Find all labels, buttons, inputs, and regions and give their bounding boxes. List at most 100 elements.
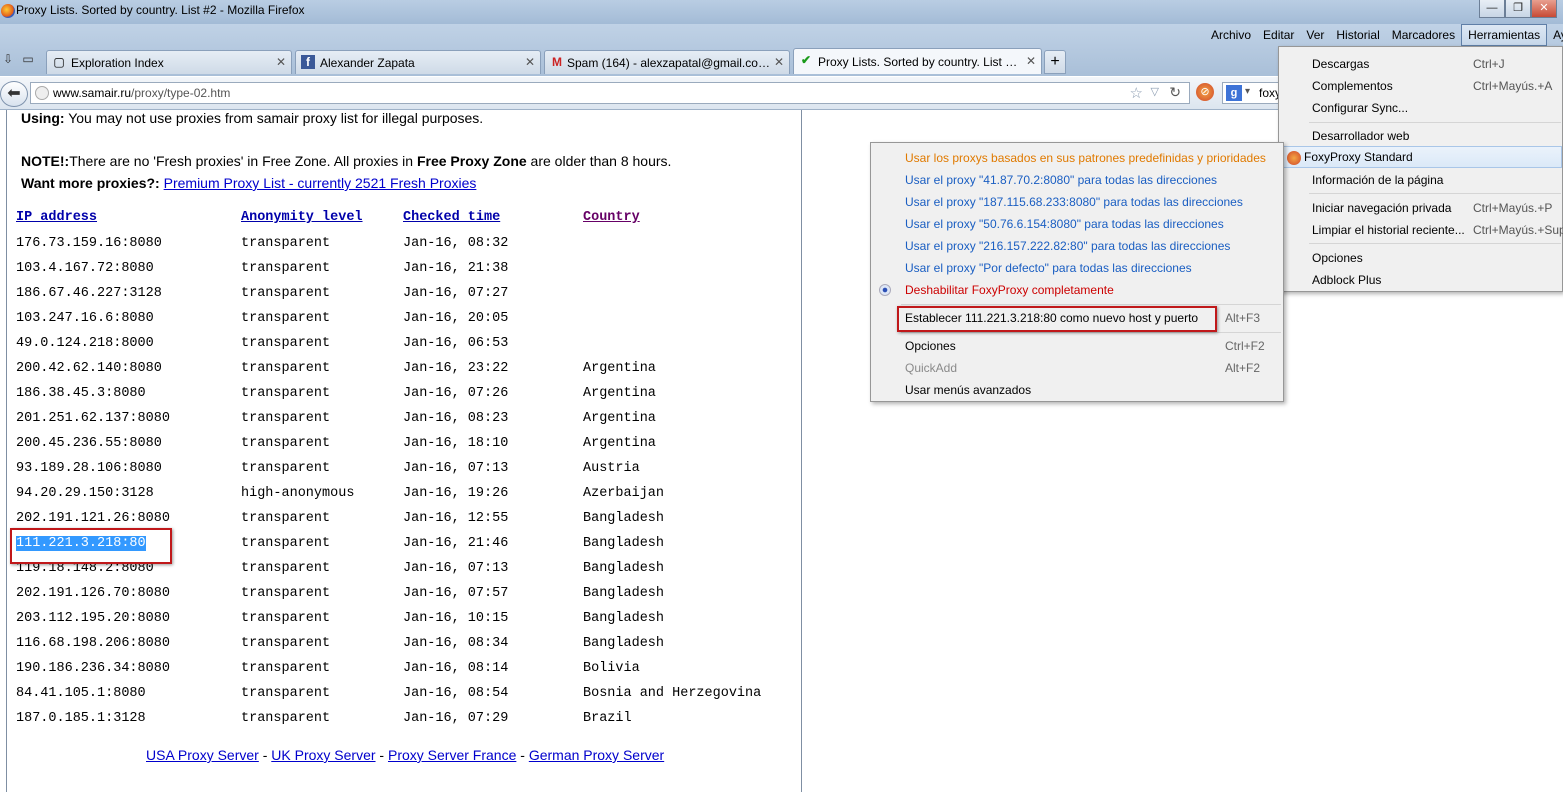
cell-checked-time: Jan-16, 10:15 bbox=[403, 611, 509, 626]
link-separator: - bbox=[258, 747, 272, 763]
cell-country: Azerbaijan bbox=[583, 486, 665, 501]
cell-country: Bangladesh bbox=[583, 636, 665, 651]
tab-alexander-zapata[interactable]: f Alexander Zapata ✕ bbox=[295, 50, 541, 74]
menu-item-configurar-sync[interactable]: Configurar Sync... bbox=[1279, 97, 1563, 119]
bookmark-star-icon[interactable]: ☆ bbox=[1130, 84, 1143, 102]
column-anonymity-level[interactable]: Anonymity level bbox=[241, 210, 363, 225]
menu-item-informacion-pagina[interactable]: Información de la página bbox=[1279, 169, 1563, 191]
download-arrow-icon[interactable]: ⇩ bbox=[0, 51, 16, 67]
menu-historial[interactable]: Historial bbox=[1330, 25, 1385, 45]
menu-item-desarrollador-web[interactable]: Desarrollador web bbox=[1279, 125, 1563, 147]
menu-item-label: Complementos bbox=[1312, 79, 1393, 93]
foxy-item-opciones[interactable]: Opciones Ctrl+F2 bbox=[871, 335, 1283, 357]
cell-ip[interactable]: 94.20.29.150:3128 bbox=[16, 486, 154, 501]
cell-ip[interactable]: 186.67.46.227:3128 bbox=[16, 286, 162, 301]
back-button[interactable]: ⬅ bbox=[0, 81, 28, 107]
foxy-item-disable[interactable]: Deshabilitar FoxyProxy completamente bbox=[871, 279, 1283, 301]
foxy-item-advanced-menus[interactable]: Usar menús avanzados bbox=[871, 379, 1283, 401]
cell-ip[interactable]: 103.247.16.6:8080 bbox=[16, 311, 154, 326]
close-icon[interactable]: ✕ bbox=[276, 55, 286, 69]
foxy-item-proxy-4[interactable]: Usar el proxy "216.157.222.82:80" para t… bbox=[871, 235, 1283, 257]
menu-archivo[interactable]: Archivo bbox=[1205, 25, 1257, 45]
tab-proxy-lists[interactable]: ✔ Proxy Lists. Sorted by country. List #… bbox=[793, 48, 1042, 74]
menu-item-label: Usar el proxy "216.157.222.82:80" para t… bbox=[905, 239, 1231, 253]
new-tab-button[interactable]: + bbox=[1044, 50, 1066, 74]
maximize-button[interactable]: ❐ bbox=[1505, 0, 1531, 18]
foxy-item-quickadd[interactable]: QuickAdd Alt+F2 bbox=[871, 357, 1283, 379]
cell-ip[interactable]: 84.41.105.1:8080 bbox=[16, 686, 146, 701]
minimize-button[interactable]: — bbox=[1479, 0, 1505, 18]
menu-item-limpiar-historial[interactable]: Limpiar el historial reciente... Ctrl+Ma… bbox=[1279, 219, 1563, 241]
cell-ip[interactable]: 186.38.45.3:8080 bbox=[16, 386, 146, 401]
close-icon[interactable]: ✕ bbox=[1026, 54, 1036, 68]
close-window-button[interactable]: ✕ bbox=[1531, 0, 1557, 18]
chevron-down-icon[interactable]: ▽ bbox=[1151, 85, 1159, 98]
chevron-down-icon[interactable]: ▾ bbox=[1245, 86, 1250, 97]
cell-anonymity: transparent bbox=[241, 261, 331, 276]
menu-item-label: Usar los proxys basados en sus patrones … bbox=[905, 151, 1266, 165]
menu-ver[interactable]: Ver bbox=[1300, 25, 1330, 45]
cell-ip[interactable]: 103.4.167.72:8080 bbox=[16, 261, 154, 276]
cell-anonymity: transparent bbox=[241, 436, 331, 451]
cell-ip[interactable]: 200.42.62.140:8080 bbox=[16, 361, 162, 376]
reload-icon[interactable]: ↻ bbox=[1169, 84, 1181, 101]
cell-ip[interactable]: 203.112.195.20:8080 bbox=[16, 611, 170, 626]
german-proxy-link[interactable]: German Proxy Server bbox=[529, 747, 664, 763]
premium-proxy-link[interactable]: Premium Proxy List - currently 2521 Fres… bbox=[164, 175, 477, 191]
checkmark-icon: ✔ bbox=[800, 53, 812, 67]
menu-item-navegacion-privada[interactable]: Iniciar navegación privada Ctrl+Mayús.+P bbox=[1279, 197, 1563, 219]
tab-exploration-index[interactable]: ▢ Exploration Index ✕ bbox=[46, 50, 292, 74]
usa-proxy-link[interactable]: USA Proxy Server bbox=[146, 747, 259, 763]
foxy-item-use-patterns[interactable]: Usar los proxys basados en sus patrones … bbox=[871, 147, 1283, 169]
cell-ip[interactable]: 93.189.28.106:8080 bbox=[16, 461, 162, 476]
column-country[interactable]: Country bbox=[583, 210, 640, 225]
cell-ip[interactable]: 201.251.62.137:8080 bbox=[16, 411, 170, 426]
foxy-item-proxy-2[interactable]: Usar el proxy "187.115.68.233:8080" para… bbox=[871, 191, 1283, 213]
menu-editar[interactable]: Editar bbox=[1257, 25, 1300, 45]
menu-item-shortcut: Ctrl+Mayús.+A bbox=[1473, 79, 1553, 93]
foxyproxy-toolbar-icon[interactable]: ⊘ bbox=[1196, 83, 1214, 101]
menu-item-adblock-plus[interactable]: Adblock Plus bbox=[1279, 269, 1563, 291]
close-icon[interactable]: ✕ bbox=[774, 55, 784, 69]
table-row: 200.45.236.55:8080 transparent Jan-16, 18:… bbox=[0, 436, 800, 461]
table-row: 186.67.46.227:3128 transparent Jan-16, 07:… bbox=[0, 286, 800, 311]
menu-marcadores[interactable]: Marcadores bbox=[1386, 25, 1461, 45]
menu-item-shortcut: Alt+F3 bbox=[1225, 311, 1261, 325]
menubar: Archivo Editar Ver Historial Marcadores … bbox=[1205, 24, 1563, 46]
france-proxy-link[interactable]: Proxy Server France bbox=[388, 747, 516, 763]
foxy-item-proxy-1[interactable]: Usar el proxy "41.87.70.2:8080" para tod… bbox=[871, 169, 1283, 191]
uk-proxy-link[interactable]: UK Proxy Server bbox=[271, 747, 375, 763]
link-separator: - bbox=[375, 747, 388, 763]
menu-herramientas[interactable]: Herramientas bbox=[1461, 24, 1548, 46]
cell-country: Argentina bbox=[583, 361, 656, 376]
cell-ip[interactable]: 202.191.121.26:8080 bbox=[16, 511, 170, 526]
menu-item-descargas[interactable]: Descargas Ctrl+J bbox=[1279, 53, 1563, 75]
menu-ayuda[interactable]: Ay bbox=[1547, 25, 1563, 45]
cell-ip[interactable]: 187.0.185.1:3128 bbox=[16, 711, 146, 726]
column-ip-address[interactable]: IP address bbox=[16, 210, 97, 225]
menu-item-foxyproxy[interactable]: FoxyProxy Standard bbox=[1281, 146, 1562, 168]
cell-ip[interactable]: 202.191.126.70:8080 bbox=[16, 586, 170, 601]
menu-item-opciones[interactable]: Opciones bbox=[1279, 247, 1563, 269]
firefox-icon bbox=[1, 4, 15, 18]
cell-ip[interactable]: 176.73.159.16:8080 bbox=[16, 236, 162, 251]
tab-groups-icon[interactable]: ▭ bbox=[20, 51, 36, 67]
foxy-item-proxy-3[interactable]: Usar el proxy "50.76.6.154:8080" para to… bbox=[871, 213, 1283, 235]
google-icon[interactable]: g bbox=[1226, 85, 1242, 101]
site-identity-icon[interactable] bbox=[35, 86, 49, 100]
column-checked-time[interactable]: Checked time bbox=[403, 210, 500, 225]
url-bar[interactable]: www.samair.ru/proxy/type-02.htm ☆ ▽ ↻ bbox=[30, 82, 1190, 104]
menu-item-complementos[interactable]: Complementos Ctrl+Mayús.+A bbox=[1279, 75, 1563, 97]
cell-ip[interactable]: 200.45.236.55:8080 bbox=[16, 436, 162, 451]
tab-gmail-spam[interactable]: M Spam (164) - alexzapatal@gmail.com ...… bbox=[544, 50, 790, 74]
cell-ip[interactable]: 49.0.124.218:8000 bbox=[16, 336, 154, 351]
menu-item-shortcut: Ctrl+J bbox=[1473, 57, 1505, 71]
cell-anonymity: high-anonymous bbox=[241, 486, 355, 501]
menu-item-shortcut: Alt+F2 bbox=[1225, 361, 1261, 375]
table-row: 103.4.167.72:8080 transparent Jan-16, 21:3… bbox=[0, 261, 800, 286]
cell-ip[interactable]: 190.186.236.34:8080 bbox=[16, 661, 170, 676]
foxy-item-proxy-default[interactable]: Usar el proxy "Por defecto" para todas l… bbox=[871, 257, 1283, 279]
cell-ip[interactable]: 116.68.198.206:8080 bbox=[16, 636, 170, 651]
close-icon[interactable]: ✕ bbox=[525, 55, 535, 69]
menu-separator bbox=[1309, 122, 1561, 123]
